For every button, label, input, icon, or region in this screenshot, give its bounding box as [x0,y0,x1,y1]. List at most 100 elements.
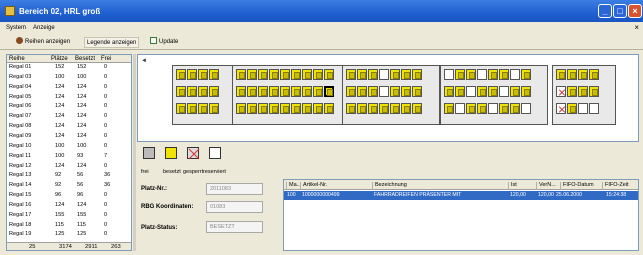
storage-slot[interactable] [357,69,367,80]
storage-slot[interactable] [556,103,566,114]
rack-table-row[interactable]: Regal 14 92 56 36 [7,182,131,190]
storage-slot[interactable] [280,103,290,114]
storage-slot[interactable] [379,103,389,114]
storage-slot[interactable] [176,86,186,97]
storage-slot[interactable] [313,86,323,97]
storage-slot[interactable] [578,103,588,114]
col-fifo-datum[interactable]: FIFO-Datum [560,182,600,190]
close-button[interactable]: × [628,4,642,18]
slot-field[interactable]: 2011083 [206,183,263,195]
rack-table-row[interactable]: Regal 04 124 124 0 [7,84,131,92]
storage-slot[interactable] [521,86,531,97]
menu-anzeige[interactable]: Anzeige [33,25,55,31]
storage-slot[interactable] [368,103,378,114]
storage-slot[interactable] [466,103,476,114]
rack-visualization[interactable]: ◄ [137,54,639,142]
rack-table-row[interactable]: Regal 06 124 124 0 [7,103,131,111]
article-table[interactable]: Ma... Artikel-Nr. Bezeichnung Ist VerN..… [283,179,639,251]
storage-slot[interactable] [247,103,257,114]
storage-slot[interactable] [390,69,400,80]
storage-slot[interactable] [567,86,577,97]
storage-slot[interactable] [176,69,186,80]
storage-slot[interactable] [379,86,389,97]
storage-slot[interactable] [291,103,301,114]
col-vern[interactable]: VerN... [536,182,558,190]
storage-slot[interactable] [187,69,197,80]
rack-table-row[interactable]: Regal 09 124 124 0 [7,133,131,141]
rack-table-row[interactable]: Regal 13 92 56 36 [7,172,131,180]
storage-slot[interactable] [209,69,219,80]
rack-table-row[interactable]: Regal 17 155 155 0 [7,212,131,220]
storage-slot[interactable] [258,69,268,80]
rack-table-row[interactable]: Regal 08 124 124 0 [7,123,131,131]
storage-slot[interactable] [198,103,208,114]
status-field[interactable]: BESETZT [206,221,263,233]
storage-slot[interactable] [589,69,599,80]
storage-slot[interactable] [455,69,465,80]
storage-slot[interactable] [346,103,356,114]
storage-slot[interactable] [324,86,334,97]
storage-slot[interactable] [269,69,279,80]
storage-slot[interactable] [510,69,520,80]
storage-slot[interactable] [269,86,279,97]
storage-slot[interactable] [357,86,367,97]
mdi-close-icon[interactable]: × [634,23,639,32]
splitter[interactable] [133,54,136,251]
storage-slot[interactable] [521,69,531,80]
storage-slot[interactable] [477,69,487,80]
storage-slot[interactable] [401,69,411,80]
col-frei[interactable]: Frei [101,56,111,62]
storage-slot[interactable] [412,103,422,114]
menu-system[interactable]: System [6,25,26,31]
storage-slot[interactable] [236,103,246,114]
storage-slot[interactable] [258,86,268,97]
storage-slot[interactable] [302,103,312,114]
storage-slot[interactable] [578,86,588,97]
storage-slot[interactable] [198,69,208,80]
storage-slot[interactable] [477,86,487,97]
rack-table-row[interactable]: Regal 01 152 152 0 [7,64,131,72]
rack-table-row[interactable]: Regal 11 100 93 7 [7,153,131,161]
storage-slot[interactable] [269,103,279,114]
storage-slot[interactable] [247,69,257,80]
minimize-button[interactable]: _ [598,4,612,18]
storage-slot[interactable] [390,86,400,97]
col-besetzt[interactable]: Besetzt [75,56,95,62]
storage-slot[interactable] [510,86,520,97]
storage-slot[interactable] [444,103,454,114]
storage-slot[interactable] [589,86,599,97]
storage-slot[interactable] [209,86,219,97]
storage-slot[interactable] [313,103,323,114]
storage-slot[interactable] [198,86,208,97]
storage-slot[interactable] [455,86,465,97]
storage-slot[interactable] [236,86,246,97]
storage-slot[interactable] [444,69,454,80]
storage-slot[interactable] [477,103,487,114]
storage-slot[interactable] [488,69,498,80]
storage-slot[interactable] [567,69,577,80]
col-ma[interactable]: Ma... [286,182,301,190]
show-rows-button[interactable]: Reihen anzeigen [14,37,72,48]
storage-slot[interactable] [499,69,509,80]
storage-slot[interactable] [346,86,356,97]
storage-slot[interactable] [444,86,454,97]
rack-table-row[interactable]: Regal 10 100 100 0 [7,143,131,151]
storage-slot[interactable] [187,103,197,114]
col-artikel[interactable]: Artikel-Nr. [300,182,370,190]
rack-table-row[interactable]: Regal 03 100 100 0 [7,74,131,82]
storage-slot[interactable] [247,86,257,97]
storage-slot[interactable] [556,86,566,97]
storage-slot[interactable] [412,86,422,97]
rack-table-row[interactable]: Regal 15 96 96 0 [7,192,131,200]
rack-table-row[interactable]: Regal 18 115 115 0 [7,222,131,230]
storage-slot[interactable] [291,86,301,97]
rbg-field[interactable]: 01083 [206,201,263,213]
storage-slot[interactable] [357,103,367,114]
rack-table-row[interactable]: Regal 19 125 125 0 [7,231,131,239]
storage-slot[interactable] [368,69,378,80]
storage-slot[interactable] [499,86,509,97]
storage-slot[interactable] [302,69,312,80]
storage-slot[interactable] [368,86,378,97]
storage-slot[interactable] [390,103,400,114]
storage-slot[interactable] [176,103,186,114]
